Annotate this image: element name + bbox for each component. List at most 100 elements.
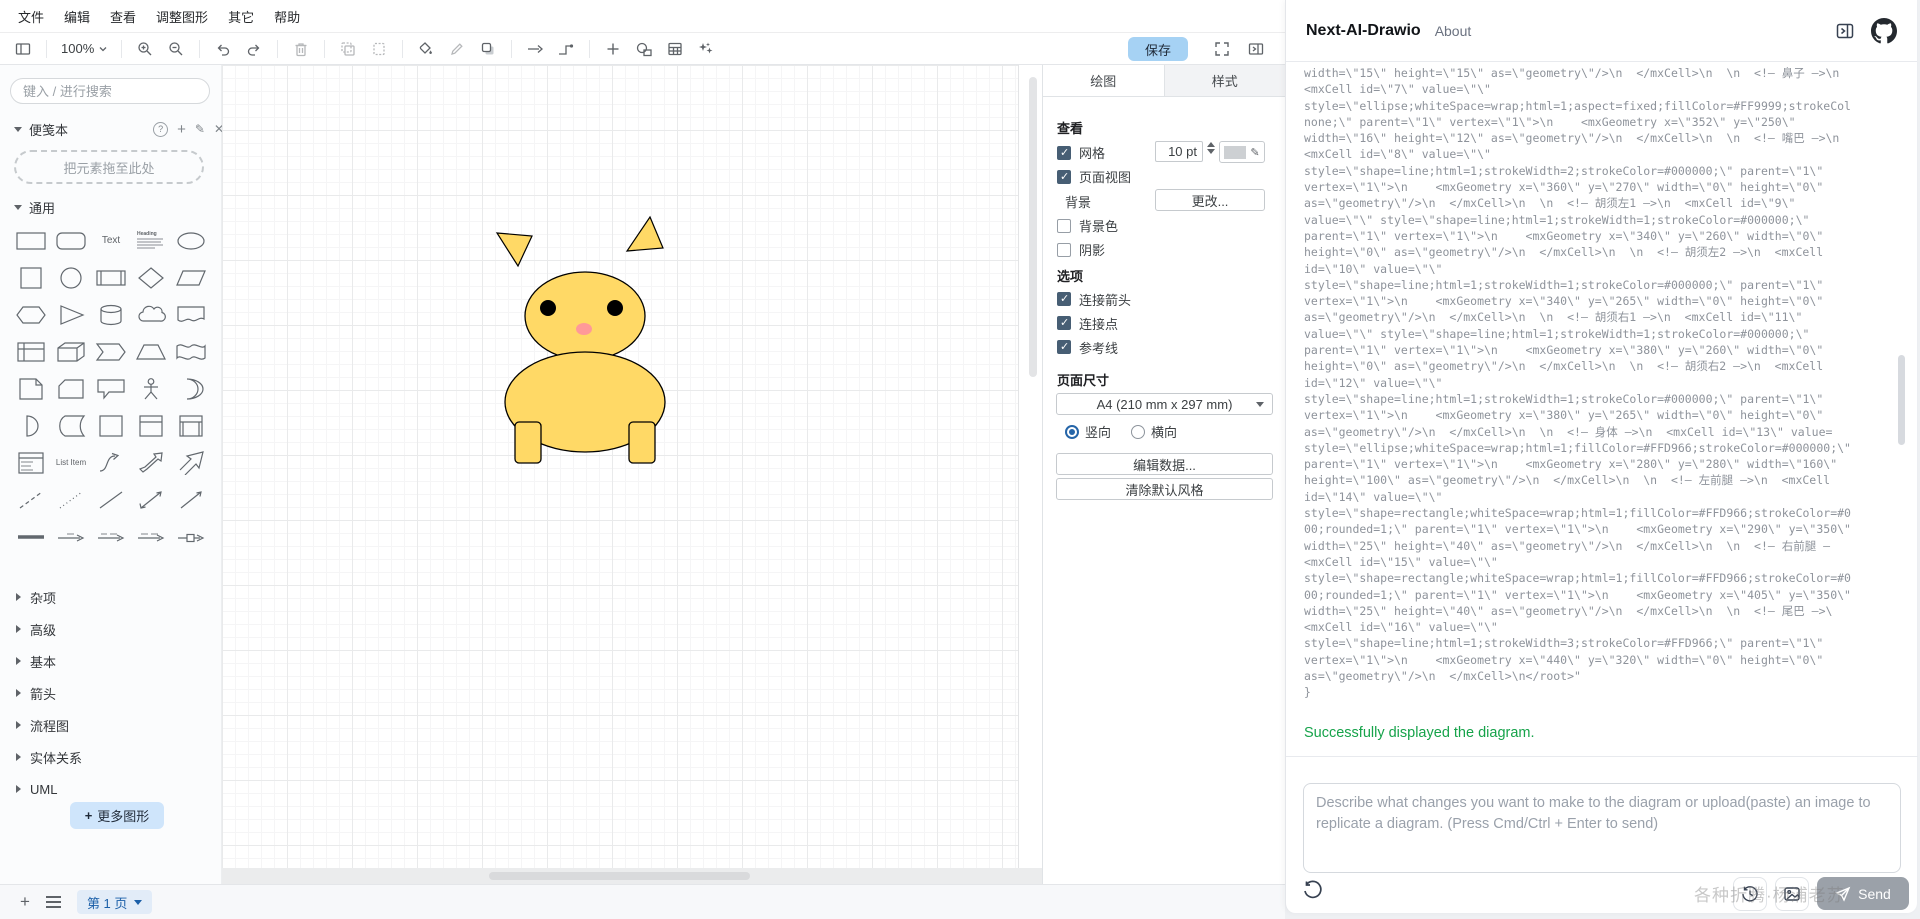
message-input[interactable]: [1303, 783, 1901, 873]
shape-process[interactable]: [91, 259, 131, 296]
shape-section[interactable]: 杂项: [0, 581, 222, 613]
shape-document[interactable]: [171, 296, 211, 333]
option-checkbox[interactable]: [1057, 316, 1071, 330]
option-checkbox[interactable]: [1057, 292, 1071, 306]
shape-list[interactable]: [11, 444, 51, 481]
vertical-scrollbar-thumb[interactable]: [1029, 77, 1037, 377]
shape-trapezoid[interactable]: [131, 333, 171, 370]
menu-item[interactable]: 编辑: [64, 7, 90, 26]
shape-data-storage[interactable]: [51, 407, 91, 444]
page-view-checkbox[interactable]: [1057, 169, 1071, 184]
add-page-button[interactable]: +: [20, 892, 30, 912]
github-icon[interactable]: [1871, 17, 1897, 44]
send-button[interactable]: Send: [1817, 877, 1909, 910]
shape-section[interactable]: 实体关系: [0, 741, 222, 773]
shape-link[interactable]: [11, 518, 51, 555]
shape-labeled-arrow-3[interactable]: [131, 518, 171, 555]
shape-text[interactable]: Text: [91, 222, 131, 259]
edit-style-icon[interactable]: [446, 38, 468, 60]
menu-item[interactable]: 调整图形: [156, 7, 208, 26]
add-icon[interactable]: +: [177, 121, 186, 138]
shadow-icon[interactable]: [477, 38, 499, 60]
grid-size-stepper[interactable]: [1207, 142, 1215, 154]
shape-diamond[interactable]: [131, 259, 171, 296]
fill-color-icon[interactable]: [415, 38, 437, 60]
shape-dotted-line[interactable]: [51, 481, 91, 518]
right-leg-shape[interactable]: [628, 421, 656, 464]
tab-diagram[interactable]: 绘图: [1043, 65, 1165, 96]
history-button[interactable]: [1733, 877, 1767, 911]
shape-actor[interactable]: [131, 370, 171, 407]
arrow-tool-icon[interactable]: [524, 38, 546, 60]
zoom-level-select[interactable]: 100%: [59, 41, 109, 56]
toggle-format-panel-icon[interactable]: [1244, 37, 1268, 61]
insert-icon[interactable]: [602, 38, 624, 60]
shape-cube[interactable]: [51, 333, 91, 370]
sidebar-toggle-icon[interactable]: [12, 38, 34, 60]
shape-rounded-rectangle[interactable]: [51, 222, 91, 259]
shape-section[interactable]: 流程图: [0, 709, 222, 741]
shape-note[interactable]: [11, 370, 51, 407]
waypoints-tool-icon[interactable]: [555, 38, 577, 60]
landscape-radio[interactable]: [1131, 424, 1146, 439]
about-link[interactable]: About: [1435, 23, 1472, 39]
page-tab[interactable]: 第 1 页: [76, 890, 153, 914]
option-checkbox[interactable]: [1057, 340, 1071, 354]
table-icon[interactable]: [664, 38, 686, 60]
undo-icon[interactable]: [212, 38, 234, 60]
menu-item[interactable]: 其它: [228, 7, 254, 26]
shape-rectangle[interactable]: [11, 222, 51, 259]
pages-menu-button[interactable]: [45, 896, 61, 908]
shape-step[interactable]: [91, 333, 131, 370]
menu-item[interactable]: 帮助: [274, 7, 300, 26]
horizontal-scrollbar-thumb[interactable]: [489, 872, 750, 880]
clear-default-style-button[interactable]: 清除默认风格: [1056, 478, 1273, 500]
paper-size-select[interactable]: A4 (210 mm x 297 mm): [1056, 393, 1273, 415]
edit-data-button[interactable]: 编辑数据...: [1056, 453, 1273, 475]
shape-arrow[interactable]: [171, 444, 211, 481]
general-section-header[interactable]: 通用: [0, 198, 236, 216]
background-color-checkbox[interactable]: [1057, 218, 1071, 233]
shape-hexagon[interactable]: [11, 296, 51, 333]
redo-icon[interactable]: [243, 38, 265, 60]
shape-labeled-arrow-2[interactable]: [91, 518, 131, 555]
shape-card[interactable]: [51, 370, 91, 407]
zoom-in-icon[interactable]: [134, 38, 156, 60]
shape-callout[interactable]: [91, 370, 131, 407]
shape-directional-connector[interactable]: [171, 481, 211, 518]
save-button[interactable]: 保存: [1128, 37, 1188, 61]
nose-shape[interactable]: [576, 323, 592, 335]
shape-search-input[interactable]: [21, 82, 201, 100]
left-eye-shape[interactable]: [540, 300, 556, 316]
fullscreen-icon[interactable]: [1210, 37, 1234, 61]
shape-bidirectional-arrow[interactable]: [131, 444, 171, 481]
zoom-out-icon[interactable]: [165, 38, 187, 60]
copy-icon[interactable]: [337, 38, 359, 60]
left-leg-shape[interactable]: [514, 421, 542, 464]
delete-icon[interactable]: [290, 38, 312, 60]
shape-container[interactable]: [91, 407, 131, 444]
shape-line[interactable]: [91, 481, 131, 518]
shadow-checkbox[interactable]: [1057, 242, 1071, 257]
help-icon[interactable]: ?: [153, 121, 169, 137]
shape-textbox[interactable]: Heading: [131, 222, 171, 259]
shape-cylinder[interactable]: [91, 296, 131, 333]
grid-color-button[interactable]: ✎: [1219, 141, 1265, 163]
chick-drawing[interactable]: [222, 65, 1019, 868]
shape-section[interactable]: 基本: [0, 645, 222, 677]
right-ear-shape[interactable]: [625, 215, 664, 252]
reset-chat-button[interactable]: [1302, 879, 1323, 900]
shape-curve[interactable]: [91, 444, 131, 481]
shape-search[interactable]: [10, 78, 210, 104]
shape-section[interactable]: 箭头: [0, 677, 222, 709]
menu-item[interactable]: 查看: [110, 7, 136, 26]
drawing-canvas[interactable]: [222, 65, 1042, 884]
upload-image-button[interactable]: [1775, 877, 1809, 911]
shape-ellipse[interactable]: [171, 222, 211, 259]
shape-dashed-line[interactable]: [11, 481, 51, 518]
horizontal-scrollbar[interactable]: [222, 868, 1042, 884]
edit-icon[interactable]: ✎: [195, 122, 205, 136]
shape-list-container[interactable]: [171, 407, 211, 444]
shape-section[interactable]: UML: [0, 773, 222, 805]
shape-cloud[interactable]: [131, 296, 171, 333]
